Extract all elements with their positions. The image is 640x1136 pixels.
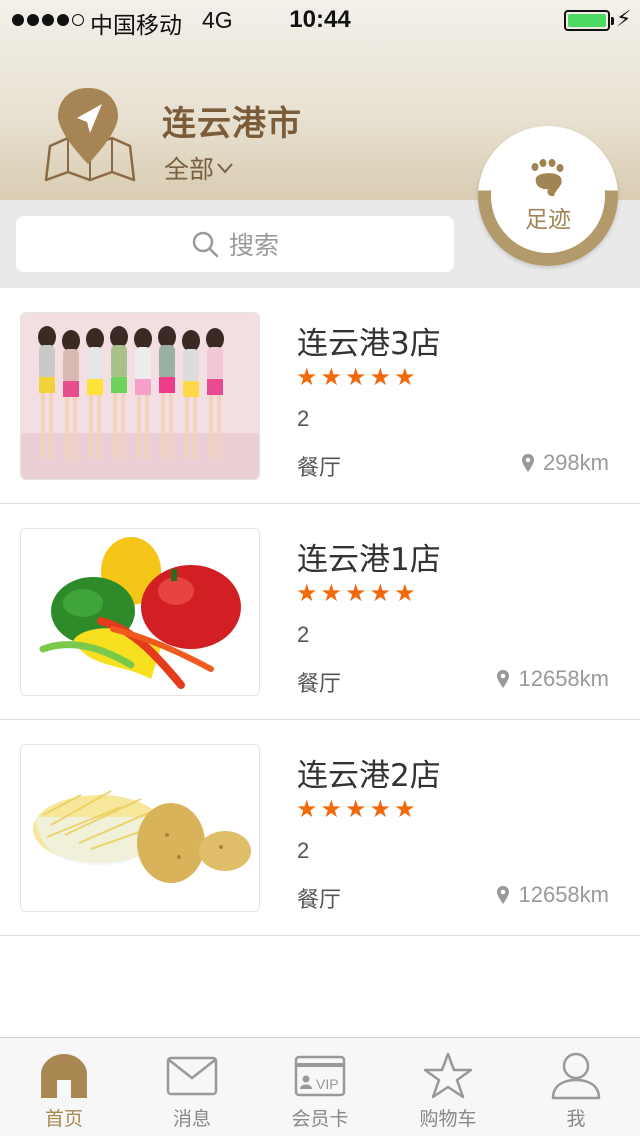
city-name[interactable]: 连云港市 (162, 96, 302, 145)
star-icon (423, 1052, 473, 1099)
battery-icon (564, 10, 614, 31)
location-map-icon[interactable] (44, 86, 136, 184)
location-pin-icon (497, 670, 510, 688)
store-list-item[interactable]: 连云港1店 ★ ★ ★ ★ ★ 2 餐厅 12658km (0, 504, 640, 720)
tab-messages[interactable]: 消息 (128, 1038, 256, 1136)
star-rating: ★ ★ ★ ★ ★ (296, 366, 416, 390)
store-distance: 298km (521, 450, 609, 476)
star-icon: ★ (296, 580, 318, 607)
star-icon: ★ (394, 796, 416, 823)
star-icon: ★ (394, 364, 416, 391)
store-category: 餐厅 (297, 672, 342, 697)
home-icon (41, 1054, 87, 1098)
location-pin-icon (521, 454, 534, 472)
store-category: 餐厅 (297, 456, 342, 481)
area-filter-dropdown[interactable]: 全部 (164, 150, 234, 186)
search-icon (192, 231, 219, 258)
area-filter-label: 全部 (164, 155, 215, 184)
star-icon: ★ (320, 364, 343, 391)
mail-icon (166, 1056, 218, 1096)
store-list: 连云港3店 ★ ★ ★ ★ ★ 2 餐厅 298km 连云港1店 ★ ★ ★ ★… (0, 288, 640, 936)
star-icon: ★ (296, 796, 318, 823)
star-icon: ★ (345, 796, 367, 823)
store-count: 2 (297, 622, 310, 647)
chevron-down-icon (217, 163, 233, 174)
tab-cart[interactable]: 购物车 (384, 1038, 512, 1136)
store-list-item[interactable]: 连云港3店 ★ ★ ★ ★ ★ 2 餐厅 298km (0, 288, 640, 504)
star-rating: ★ ★ ★ ★ ★ (296, 798, 416, 822)
tab-label: 购物车 (419, 1108, 477, 1130)
footprint-button[interactable]: 足迹 (478, 126, 618, 266)
svg-text:VIP: VIP (316, 1076, 339, 1092)
store-image (20, 528, 260, 696)
tab-me[interactable]: 我 (512, 1038, 640, 1136)
charging-icon: ⚡ (616, 6, 632, 31)
tab-label: 会员卡 (291, 1108, 349, 1130)
tab-vip-card[interactable]: VIP 会员卡 (256, 1038, 384, 1136)
store-category: 餐厅 (297, 888, 342, 913)
star-icon: ★ (369, 364, 392, 391)
footprint-icon (531, 159, 564, 197)
star-icon: ★ (345, 580, 367, 607)
store-distance: 12658km (496, 666, 609, 692)
tab-label: 首页 (44, 1108, 83, 1130)
tab-label: 我 (566, 1108, 586, 1130)
distance-value: 298km (542, 450, 609, 475)
store-name: 连云港1店 (297, 542, 441, 578)
distance-value: 12658km (518, 666, 609, 691)
star-icon: ★ (345, 364, 367, 391)
star-icon: ★ (369, 796, 392, 823)
star-rating: ★ ★ ★ ★ ★ (296, 582, 416, 606)
search-placeholder: 搜索 (228, 231, 279, 260)
tab-label: 消息 (172, 1108, 211, 1130)
search-input[interactable]: 搜索 (16, 216, 454, 272)
star-icon: ★ (320, 796, 343, 823)
store-count: 2 (297, 838, 310, 863)
bottom-tab-bar: 首页 消息 VIP 会员卡 购物车 我 (0, 1037, 640, 1136)
store-count: 2 (297, 406, 310, 431)
star-icon: ★ (369, 580, 392, 607)
star-icon: ★ (394, 580, 416, 607)
distance-value: 12658km (518, 882, 609, 907)
footprint-label: 足迹 (525, 207, 571, 233)
location-pin-icon (497, 886, 510, 904)
star-icon: ★ (320, 580, 343, 607)
store-name: 连云港2店 (297, 758, 441, 794)
store-list-item[interactable]: 连云港2店 ★ ★ ★ ★ ★ 2 餐厅 12658km (0, 720, 640, 936)
status-bar: 中国移动 4G 10:44 ⚡ (0, 0, 640, 40)
vip-card-icon: VIP (294, 1055, 346, 1097)
user-icon (551, 1052, 601, 1100)
status-time: 10:44 (289, 6, 351, 33)
store-image (20, 312, 260, 480)
star-icon: ★ (296, 364, 318, 391)
store-name: 连云港3店 (297, 326, 441, 362)
store-distance: 12658km (496, 882, 609, 908)
store-image (20, 744, 260, 912)
tab-home[interactable]: 首页 (0, 1038, 128, 1136)
